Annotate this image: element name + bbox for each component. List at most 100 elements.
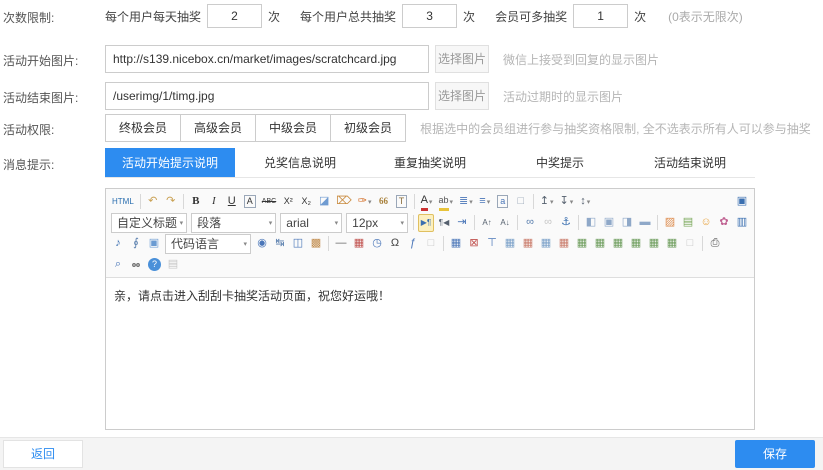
horizontal-rule-icon[interactable]: — [333, 235, 349, 253]
tab-activity-end[interactable]: 活动结束说明 [625, 148, 755, 177]
end-image-pick-button[interactable]: 选择图片 [435, 82, 489, 110]
split-rows-icon[interactable]: ▦ [628, 235, 644, 253]
indent-icon[interactable]: ⇥ [454, 214, 470, 232]
paragraph-space-top-icon[interactable]: ↥▾ [538, 193, 556, 211]
start-image-pick-button[interactable]: 选择图片 [435, 45, 489, 73]
toolbar-separator [443, 236, 444, 251]
tab-win-tip[interactable]: 中奖提示 [495, 148, 625, 177]
format-painter-icon[interactable]: ✑▾ [356, 193, 374, 211]
formula-icon[interactable]: ƒ [405, 235, 421, 253]
insert-video-icon[interactable]: ▥ [734, 214, 750, 232]
redo-icon[interactable]: ↷ [163, 193, 179, 211]
find-replace-icon[interactable]: oo [128, 256, 144, 274]
online-image-icon[interactable]: ▤ [680, 214, 696, 232]
graffiti-icon[interactable]: ✿ [716, 214, 732, 232]
split-cells-icon[interactable]: ▦ [664, 235, 680, 253]
merge-cells-icon[interactable]: ▦ [610, 235, 626, 253]
editor-toolbar: HTML ↶↷ BIUAABCX²X₂◪⌦✑▾66T A▾ab▾≣▾≡▾a□ ↥▾↧▾↕… [106, 189, 754, 278]
tab-activity-start-tip[interactable]: 活动开始提示说明 [105, 148, 235, 177]
paste-text-icon[interactable]: T [394, 193, 410, 211]
to-uppercase-icon[interactable]: A↑ [479, 214, 495, 232]
direction-rtl-icon[interactable]: ¶◀ [436, 214, 452, 232]
delete-row-icon[interactable]: ▦ [520, 235, 536, 253]
highlight-color-icon[interactable]: ab▾ [437, 193, 456, 211]
line-height-icon[interactable]: ↕▾ [577, 193, 593, 211]
insert-row-icon[interactable]: ▦ [502, 235, 518, 253]
italic-icon[interactable]: I [206, 193, 222, 211]
unlink-icon: ∞ [540, 214, 556, 232]
insert-date-icon[interactable]: ▦ [351, 235, 367, 253]
tab-repeat-draw[interactable]: 重复抽奖说明 [365, 148, 495, 177]
font-size-select[interactable]: 12px▾ [346, 213, 408, 233]
print-icon[interactable]: ⎙ [707, 235, 723, 253]
insert-table-icon[interactable]: ▦ [448, 235, 464, 253]
clear-format-icon[interactable]: ⌦ [334, 193, 354, 211]
image-float-right-icon[interactable]: ◨ [619, 214, 635, 232]
paragraph-select[interactable]: 段落▾ [191, 213, 276, 233]
font-border-icon[interactable]: A [242, 193, 258, 211]
insert-frame-icon[interactable]: ▣ [146, 235, 162, 253]
image-float-center-icon[interactable]: ▣ [601, 214, 617, 232]
ordered-list-icon[interactable]: ≣▾ [457, 193, 475, 211]
code-language-select[interactable]: 代码语言▾ [165, 234, 251, 254]
underline-icon[interactable]: U [224, 193, 240, 211]
superscript-icon[interactable]: X² [280, 193, 296, 211]
map-icon[interactable]: ◉ [254, 235, 270, 253]
eraser-icon[interactable]: ◪ [316, 193, 332, 211]
delete-col-icon[interactable]: ▦ [556, 235, 572, 253]
heading-select[interactable]: 自定义标题▾ [111, 213, 187, 233]
search-icon[interactable]: ⌕ [110, 256, 126, 274]
paragraph-space-bottom-icon[interactable]: ↧▾ [558, 193, 576, 211]
per-day-input[interactable] [207, 4, 262, 28]
fullscreen-icon[interactable]: ▣ [734, 193, 750, 211]
image-float-none-icon[interactable]: ▬ [637, 214, 653, 232]
unordered-list-icon[interactable]: ≡▾ [477, 193, 493, 211]
subscript-icon[interactable]: X₂ [298, 193, 314, 211]
font-color-icon[interactable]: A▾ [419, 193, 435, 211]
to-lowercase-icon[interactable]: A↓ [497, 214, 513, 232]
total-input[interactable] [402, 4, 457, 28]
special-chars-icon[interactable]: Ω [387, 235, 403, 253]
bold-icon[interactable]: B [188, 193, 204, 211]
member-extra-input[interactable] [573, 4, 628, 28]
html-source-button[interactable]: HTML [110, 193, 136, 211]
undo-icon[interactable]: ↶ [145, 193, 161, 211]
insert-image-icon[interactable]: ▨ [662, 214, 678, 232]
permission-option-ultimate[interactable]: 终极会员 [105, 114, 181, 142]
anchor-icon[interactable]: ⚓ [558, 214, 574, 232]
merge-right-icon[interactable]: ▦ [574, 235, 590, 253]
insert-time-icon[interactable]: ◷ [369, 235, 385, 253]
scratchcard-settings-page: 次数限制: 每个用户每天抽奖 次 每个用户总共抽奖 次 会员可多抽奖 次 (0表… [0, 0, 823, 470]
anchor-name-icon[interactable]: a [495, 193, 511, 211]
permission-option-junior[interactable]: 初级会员 [330, 114, 406, 142]
attachment-icon[interactable]: ∮ [128, 235, 144, 253]
direction-ltr-icon[interactable]: ▶¶ [418, 214, 434, 232]
back-button[interactable]: 返回 [3, 440, 83, 468]
template-icon[interactable]: ◫ [290, 235, 306, 253]
tab-redeem-info[interactable]: 兑奖信息说明 [235, 148, 365, 177]
blockquote-icon[interactable]: 66 [376, 193, 392, 211]
insert-col-icon[interactable]: ▦ [538, 235, 554, 253]
blank-doc-icon[interactable]: □ [513, 193, 529, 211]
permission-option-middle[interactable]: 中级会员 [255, 114, 331, 142]
start-image-input[interactable] [105, 45, 429, 73]
end-image-input[interactable] [105, 82, 429, 110]
background-icon[interactable]: ▩ [308, 235, 324, 253]
link-icon[interactable]: ∞ [522, 214, 538, 232]
strikethrough-icon[interactable]: ABC [260, 193, 278, 211]
editor-content[interactable]: 亲，请点击进入刮刮卡抽奖活动页面，祝您好运哦！ [106, 278, 754, 316]
image-float-left-icon[interactable]: ◧ [583, 214, 599, 232]
save-button[interactable]: 保存 [735, 440, 815, 468]
split-cols-icon[interactable]: ▦ [646, 235, 662, 253]
start-image-row: 选择图片 微信上接受到回复的显示图片 [105, 45, 665, 73]
help-icon[interactable]: ? [146, 256, 163, 274]
font-family-select[interactable]: arial▾ [280, 213, 342, 233]
permission-group: 终极会员 高级会员 中级会员 初级会员 [105, 114, 406, 142]
emotion-icon[interactable]: ☺ [698, 214, 714, 232]
table-caption-icon[interactable]: ⊤ [484, 235, 500, 253]
delete-table-icon[interactable]: ⊠ [466, 235, 482, 253]
insert-music-icon[interactable]: ♪ [110, 235, 126, 253]
merge-down-icon[interactable]: ▦ [592, 235, 608, 253]
permission-option-senior[interactable]: 高级会员 [180, 114, 256, 142]
page-break-icon[interactable]: ↹ [272, 235, 288, 253]
